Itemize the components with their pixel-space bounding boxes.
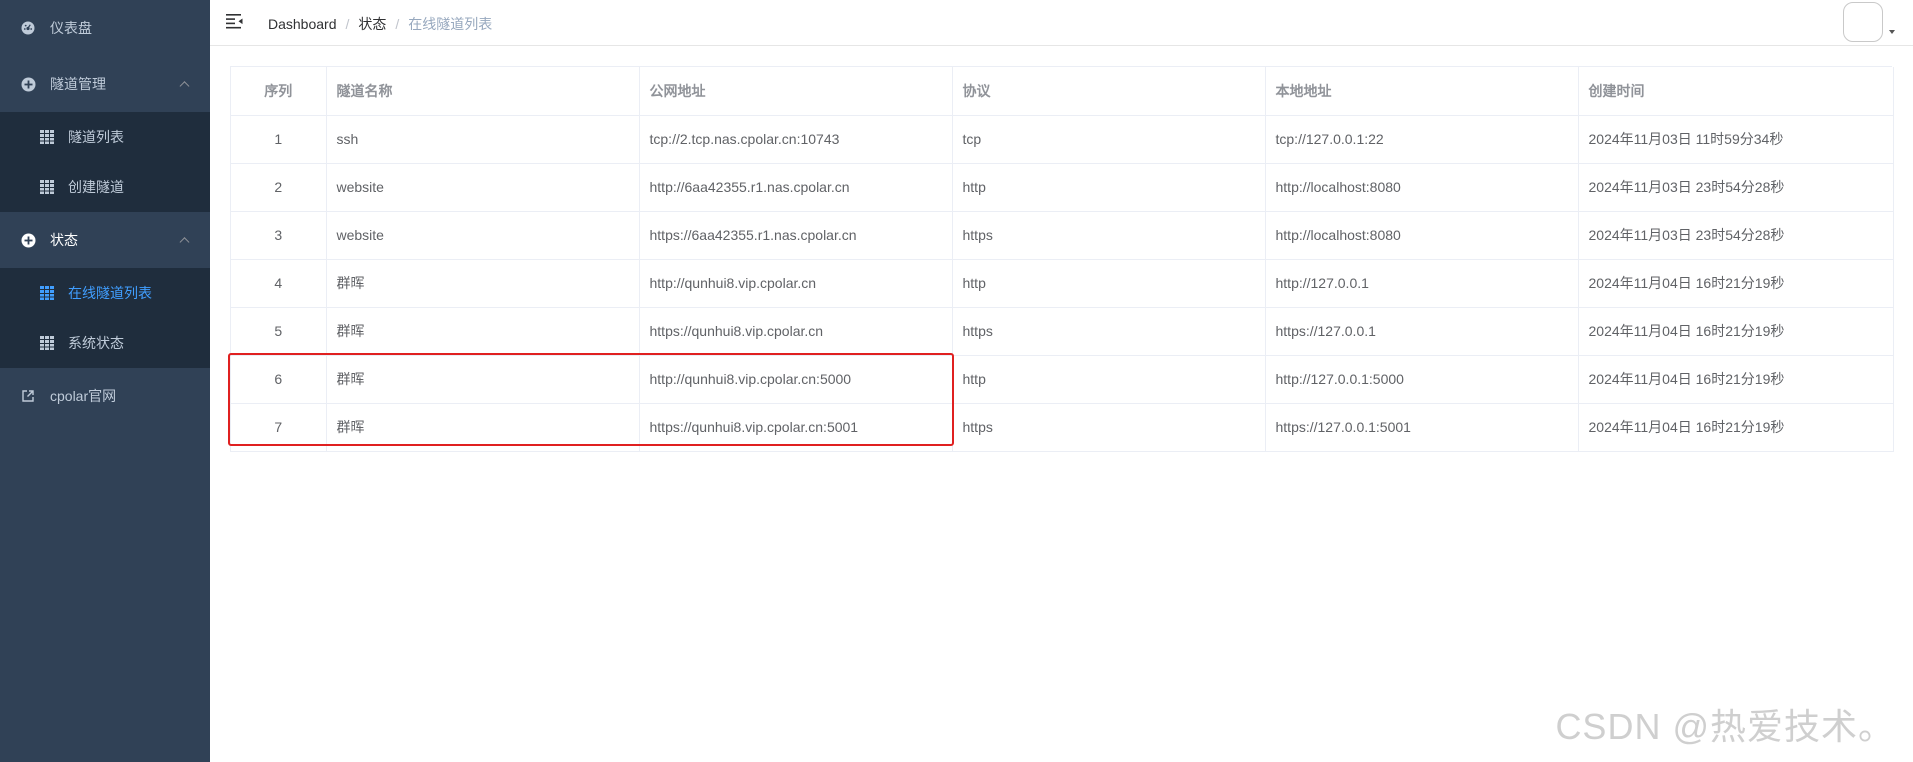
- tunnel-table: 序列 隧道名称 公网地址 协议 本地地址 创建时间 1 ssh tcp://2.…: [230, 66, 1894, 452]
- cell-index: 7: [231, 403, 327, 452]
- cell-protocol: http: [952, 163, 1266, 212]
- submenu-tunnel-management: 隧道列表 创建隧道: [0, 112, 210, 212]
- breadcrumb-current: 在线隧道列表: [408, 16, 493, 32]
- table-row[interactable]: 4 群晖 http://qunhui8.vip.cpolar.cn http h…: [231, 259, 1894, 308]
- sidebar-item-online-tunnels[interactable]: 在线隧道列表: [0, 268, 210, 318]
- breadcrumb-status[interactable]: 状态: [358, 14, 386, 34]
- cell-public-address: http://qunhui8.vip.cpolar.cn: [639, 259, 953, 308]
- header-tunnel-name: 隧道名称: [326, 67, 640, 116]
- cell-index: 6: [231, 355, 327, 404]
- sidebar-item-online-tunnels-label: 在线隧道列表: [68, 285, 152, 301]
- menu-dashboard[interactable]: 仪表盘: [0, 0, 210, 56]
- sidebar-item-tunnel-list[interactable]: 隧道列表: [0, 112, 210, 162]
- submenu-status: 在线隧道列表 系统状态: [0, 268, 210, 368]
- cell-public-address: tcp://2.tcp.nas.cpolar.cn:10743: [639, 115, 953, 164]
- cell-public-address: https://qunhui8.vip.cpolar.cn: [639, 307, 953, 356]
- table-row[interactable]: 6 群晖 http://qunhui8.vip.cpolar.cn:5000 h…: [231, 355, 1894, 404]
- plus-circle-icon: [20, 76, 36, 92]
- cell-index: 2: [231, 163, 327, 212]
- menu-official-site-label: cpolar官网: [50, 388, 117, 404]
- cell-index: 5: [231, 307, 327, 356]
- cell-created-time: 2024年11月03日 11时59分34秒: [1578, 115, 1894, 164]
- cell-public-address: https://6aa42355.r1.nas.cpolar.cn: [639, 211, 953, 260]
- table-icon: [40, 286, 54, 300]
- header-public-address: 公网地址: [639, 67, 953, 116]
- table-icon: [40, 130, 54, 144]
- cell-protocol: http: [952, 355, 1266, 404]
- dashboard-icon: [20, 20, 36, 36]
- cell-local-address: http://127.0.0.1:5000: [1265, 355, 1579, 404]
- watermark: CSDN @热爱技术。: [1555, 706, 1895, 747]
- header-local-address: 本地地址: [1265, 67, 1579, 116]
- cell-created-time: 2024年11月04日 16时21分19秒: [1578, 307, 1894, 356]
- sidebar-item-tunnel-list-label: 隧道列表: [68, 129, 124, 145]
- cell-local-address: http://localhost:8080: [1265, 211, 1579, 260]
- cell-index: 4: [231, 259, 327, 308]
- cell-created-time: 2024年11月04日 16时21分19秒: [1578, 403, 1894, 452]
- cell-created-time: 2024年11月04日 16时21分19秒: [1578, 259, 1894, 308]
- cell-local-address: https://127.0.0.1: [1265, 307, 1579, 356]
- menu-fold-icon[interactable]: [226, 13, 244, 29]
- cell-tunnel-name: website: [326, 163, 640, 212]
- breadcrumb-separator: /: [395, 16, 400, 32]
- cell-tunnel-name: ssh: [326, 115, 640, 164]
- cell-local-address: http://localhost:8080: [1265, 163, 1579, 212]
- breadcrumb: Dashboard / 状态 / 在线隧道列表: [268, 14, 492, 34]
- menu-official-site[interactable]: cpolar官网: [0, 368, 210, 424]
- cell-created-time: 2024年11月04日 16时21分19秒: [1578, 355, 1894, 404]
- cell-local-address: http://127.0.0.1: [1265, 259, 1579, 308]
- menu-dashboard-label: 仪表盘: [50, 20, 92, 36]
- cell-tunnel-name: 群晖: [326, 403, 640, 452]
- cell-protocol: http: [952, 259, 1266, 308]
- cell-tunnel-name: 群晖: [326, 355, 640, 404]
- caret-down-icon[interactable]: [1889, 30, 1895, 34]
- cell-created-time: 2024年11月03日 23时54分28秒: [1578, 163, 1894, 212]
- table-row[interactable]: 5 群晖 https://qunhui8.vip.cpolar.cn https…: [231, 307, 1894, 356]
- table-icon: [40, 336, 54, 350]
- cell-tunnel-name: 群晖: [326, 259, 640, 308]
- sidebar-item-create-tunnel[interactable]: 创建隧道: [0, 162, 210, 212]
- chevron-up-icon: [179, 237, 190, 248]
- cell-protocol: tcp: [952, 115, 1266, 164]
- plus-circle-icon: [20, 232, 36, 248]
- table-row[interactable]: 1 ssh tcp://2.tcp.nas.cpolar.cn:10743 tc…: [231, 115, 1894, 164]
- cell-tunnel-name: website: [326, 211, 640, 260]
- header-index: 序列: [231, 67, 327, 116]
- cell-public-address: http://qunhui8.vip.cpolar.cn:5000: [639, 355, 953, 404]
- cell-public-address: https://qunhui8.vip.cpolar.cn:5001: [639, 403, 953, 452]
- breadcrumb-dashboard[interactable]: Dashboard: [268, 16, 337, 32]
- cell-protocol: https: [952, 403, 1266, 452]
- cell-local-address: https://127.0.0.1:5001: [1265, 403, 1579, 452]
- menu-tunnel-management-label: 隧道管理: [50, 76, 106, 92]
- cell-created-time: 2024年11月03日 23时54分28秒: [1578, 211, 1894, 260]
- table-row[interactable]: 7 群晖 https://qunhui8.vip.cpolar.cn:5001 …: [231, 403, 1894, 452]
- cell-index: 1: [231, 115, 327, 164]
- cell-local-address: tcp://127.0.0.1:22: [1265, 115, 1579, 164]
- breadcrumb-separator: /: [345, 16, 350, 32]
- cell-tunnel-name: 群晖: [326, 307, 640, 356]
- cell-public-address: http://6aa42355.r1.nas.cpolar.cn: [639, 163, 953, 212]
- avatar[interactable]: [1843, 2, 1883, 42]
- table-row[interactable]: 2 website http://6aa42355.r1.nas.cpolar.…: [231, 163, 1894, 212]
- sidebar-item-system-status[interactable]: 系统状态: [0, 318, 210, 368]
- menu-status[interactable]: 状态: [0, 212, 210, 268]
- sidebar-item-system-status-label: 系统状态: [68, 335, 124, 351]
- table-header-row: 序列 隧道名称 公网地址 协议 本地地址 创建时间: [231, 67, 1894, 116]
- cell-protocol: https: [952, 307, 1266, 356]
- menu-tunnel-management[interactable]: 隧道管理: [0, 56, 210, 112]
- sidebar: 仪表盘 隧道管理 隧道列表 创建隧道 状态 在线隧道列表 系统状态 cpolar…: [0, 0, 210, 762]
- table-row[interactable]: 3 website https://6aa42355.r1.nas.cpolar…: [231, 211, 1894, 260]
- cell-index: 3: [231, 211, 327, 260]
- sidebar-item-create-tunnel-label: 创建隧道: [68, 179, 124, 195]
- table-icon: [40, 180, 54, 194]
- header-protocol: 协议: [952, 67, 1266, 116]
- menu-status-label: 状态: [50, 232, 78, 248]
- navbar: Dashboard / 状态 / 在线隧道列表: [210, 0, 1913, 46]
- external-link-icon: [20, 388, 36, 404]
- chevron-up-icon: [179, 81, 190, 92]
- cell-protocol: https: [952, 211, 1266, 260]
- header-created-time: 创建时间: [1578, 67, 1894, 116]
